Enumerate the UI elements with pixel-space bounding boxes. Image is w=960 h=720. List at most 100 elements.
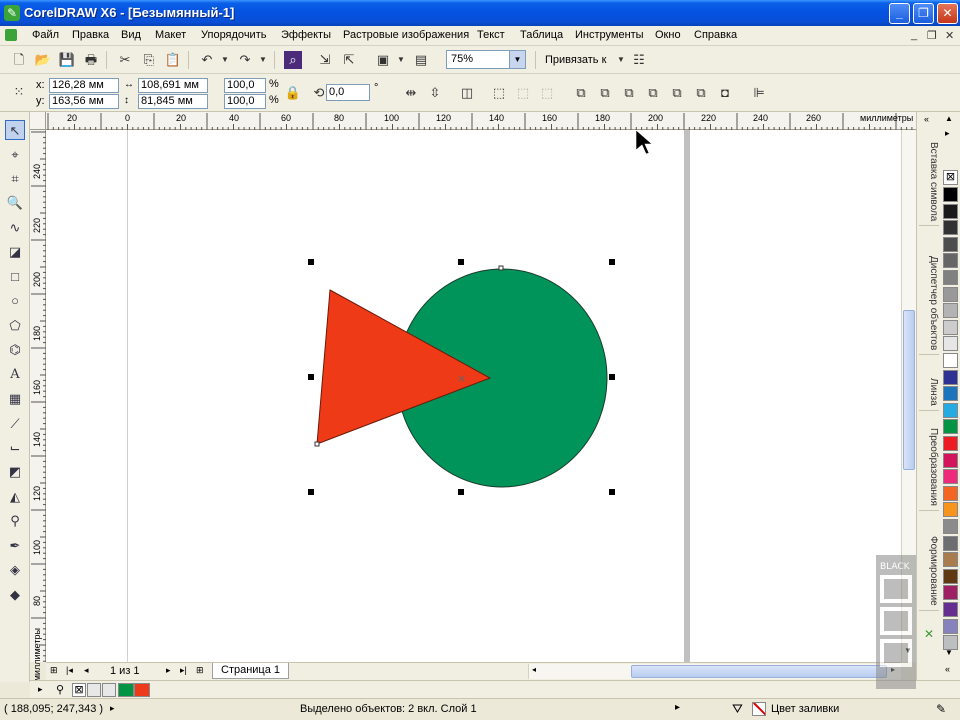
doc-no-color-swatch-icon[interactable]: ⊠: [72, 683, 86, 697]
menu-arrange[interactable]: Упорядочить: [201, 29, 266, 41]
menu-layout[interactable]: Макет: [155, 29, 186, 41]
paste-icon[interactable]: 📋: [164, 51, 182, 69]
new-document-icon[interactable]: 🗋: [10, 51, 28, 69]
snap-dropdown-icon[interactable]: ▼: [612, 51, 630, 69]
copy-icon[interactable]: ⎘: [140, 51, 158, 69]
x-position-field[interactable]: 126,28 мм: [49, 78, 119, 93]
pick-tool-icon[interactable]: ↖: [5, 120, 25, 140]
dockers-collapse-icon[interactable]: «: [924, 114, 929, 124]
scroll-left-icon[interactable]: ◂: [532, 665, 536, 674]
undo-dropdown-icon[interactable]: ▼: [216, 51, 234, 69]
connector-tool-icon[interactable]: ⌙: [5, 438, 25, 458]
palette-scroll-up-icon[interactable]: ▲: [945, 114, 953, 123]
vertical-ruler[interactable]: 240 220 200 180 160 140 120 100 80 милли…: [30, 130, 46, 681]
selection-handle[interactable]: [308, 374, 314, 380]
status-expand-icon[interactable]: ▸: [110, 703, 115, 714]
docker-tab-insert-character[interactable]: Вставка символа: [919, 138, 939, 227]
palette-swatch[interactable]: [943, 602, 958, 617]
blend-tool-icon[interactable]: ◩: [5, 462, 25, 482]
selection-handle[interactable]: [458, 489, 464, 495]
next-page-icon[interactable]: ▸: [166, 665, 171, 676]
welcome-screen-icon[interactable]: ▤: [412, 51, 430, 69]
snap-to-button[interactable]: Привязать к: [545, 54, 606, 66]
palette-swatch[interactable]: [943, 319, 958, 335]
docker-tab-shaping[interactable]: Формирование: [919, 532, 939, 611]
palette-swatch[interactable]: [943, 386, 958, 402]
status-expand-icon[interactable]: ▸: [675, 702, 680, 713]
ungroup-icon[interactable]: ⬚: [490, 84, 508, 102]
rotation-angle-field[interactable]: 0,0: [326, 84, 370, 101]
doc-color-swatch[interactable]: [102, 683, 116, 697]
text-tool-icon[interactable]: A: [5, 365, 25, 385]
print-icon[interactable]: 🖶: [82, 51, 100, 69]
docker-tab-lens[interactable]: Линза: [919, 374, 939, 411]
horizontal-ruler[interactable]: 20 0 20 40 60 80 100 120 140 160 180 200…: [46, 112, 916, 130]
menu-bitmaps[interactable]: Растровые изображения: [343, 29, 469, 41]
mirror-horizontal-icon[interactable]: ⇹: [402, 84, 420, 102]
doc-color-swatch[interactable]: [87, 683, 101, 697]
search-content-icon[interactable]: ⌕: [284, 51, 302, 69]
docker-tab-transformations[interactable]: Преобразования: [919, 424, 939, 511]
outline-pen-icon[interactable]: ✎: [936, 702, 946, 716]
palette-swatch[interactable]: [943, 303, 958, 319]
palette-swatch[interactable]: [943, 270, 958, 285]
undo-icon[interactable]: ↶: [198, 51, 216, 69]
center-marker-icon[interactable]: ×: [457, 372, 466, 385]
menu-table[interactable]: Таблица: [520, 29, 563, 41]
ellipse-tool-icon[interactable]: ○: [5, 291, 25, 311]
menu-text[interactable]: Текст: [477, 29, 505, 41]
selection-handle[interactable]: [308, 489, 314, 495]
scale-width-field[interactable]: 100,0: [224, 78, 266, 93]
menu-effects[interactable]: Эффекты: [281, 29, 331, 41]
trim-icon[interactable]: ⧉: [596, 84, 614, 102]
fill-tool-icon[interactable]: ◈: [5, 560, 25, 580]
palette-swatch[interactable]: [943, 419, 958, 435]
simplify-icon[interactable]: ⧉: [644, 84, 662, 102]
palette-swatch[interactable]: [943, 253, 958, 269]
horizontal-scrollbar[interactable]: ◂ ▸: [528, 664, 901, 679]
intersect-icon[interactable]: ⧉: [620, 84, 638, 102]
group-icon[interactable]: ◫: [458, 84, 476, 102]
node-handle[interactable]: [498, 265, 504, 271]
minimize-button[interactable]: _: [889, 3, 910, 24]
palette-menu-icon[interactable]: ▸: [945, 128, 950, 139]
eyedropper-tool-icon[interactable]: ⚲: [5, 511, 25, 531]
open-icon[interactable]: 📂: [34, 51, 52, 69]
page-add-after-icon[interactable]: ⊞: [196, 665, 204, 676]
basic-shapes-tool-icon[interactable]: ⌬: [5, 340, 25, 360]
fill-swatch-icon[interactable]: [752, 702, 766, 716]
palette-swatch[interactable]: [943, 452, 958, 468]
interactive-fill-tool-icon[interactable]: ◆: [5, 585, 25, 605]
palette-swatch[interactable]: [943, 369, 958, 385]
palette-swatch[interactable]: [943, 618, 958, 634]
menu-view[interactable]: Вид: [121, 29, 141, 41]
palette-swatch[interactable]: [943, 502, 958, 518]
options-icon[interactable]: ☷: [630, 51, 648, 69]
dimension-tool-icon[interactable]: ⟋: [5, 414, 25, 434]
redo-dropdown-icon[interactable]: ▼: [254, 51, 272, 69]
selection-handle[interactable]: [609, 259, 615, 265]
launcher-dropdown-icon[interactable]: ▼: [392, 51, 410, 69]
lock-ratio-icon[interactable]: 🔒: [284, 84, 302, 102]
horizontal-scroll-thumb[interactable]: [631, 665, 887, 678]
palette-swatch[interactable]: [943, 353, 958, 368]
palette-swatch[interactable]: [943, 187, 958, 202]
y-position-field[interactable]: 163,56 мм: [49, 94, 119, 109]
cut-icon[interactable]: ✂: [116, 51, 134, 69]
selection-handle[interactable]: [609, 374, 615, 380]
align-distribute-icon[interactable]: ⊫: [750, 84, 768, 102]
palette-swatch[interactable]: [943, 336, 958, 352]
polygon-tool-icon[interactable]: ⬠: [5, 316, 25, 336]
crop-tool-icon[interactable]: ⌗: [5, 169, 25, 189]
selection-handle[interactable]: [458, 259, 464, 265]
combine-icon[interactable]: ⬚: [538, 84, 556, 102]
doc-palette-play-icon[interactable]: ▸: [38, 684, 43, 695]
save-icon[interactable]: 💾: [58, 51, 76, 69]
weld-icon[interactable]: ⧉: [572, 84, 590, 102]
close-button[interactable]: ✕: [937, 3, 958, 24]
smart-fill-tool-icon[interactable]: ◪: [5, 242, 25, 262]
docker-close-icon[interactable]: ✕: [924, 627, 934, 641]
page-add-before-icon[interactable]: ⊞: [50, 665, 58, 676]
node-handle[interactable]: [314, 441, 320, 447]
back-minus-front-icon[interactable]: ⧉: [692, 84, 710, 102]
